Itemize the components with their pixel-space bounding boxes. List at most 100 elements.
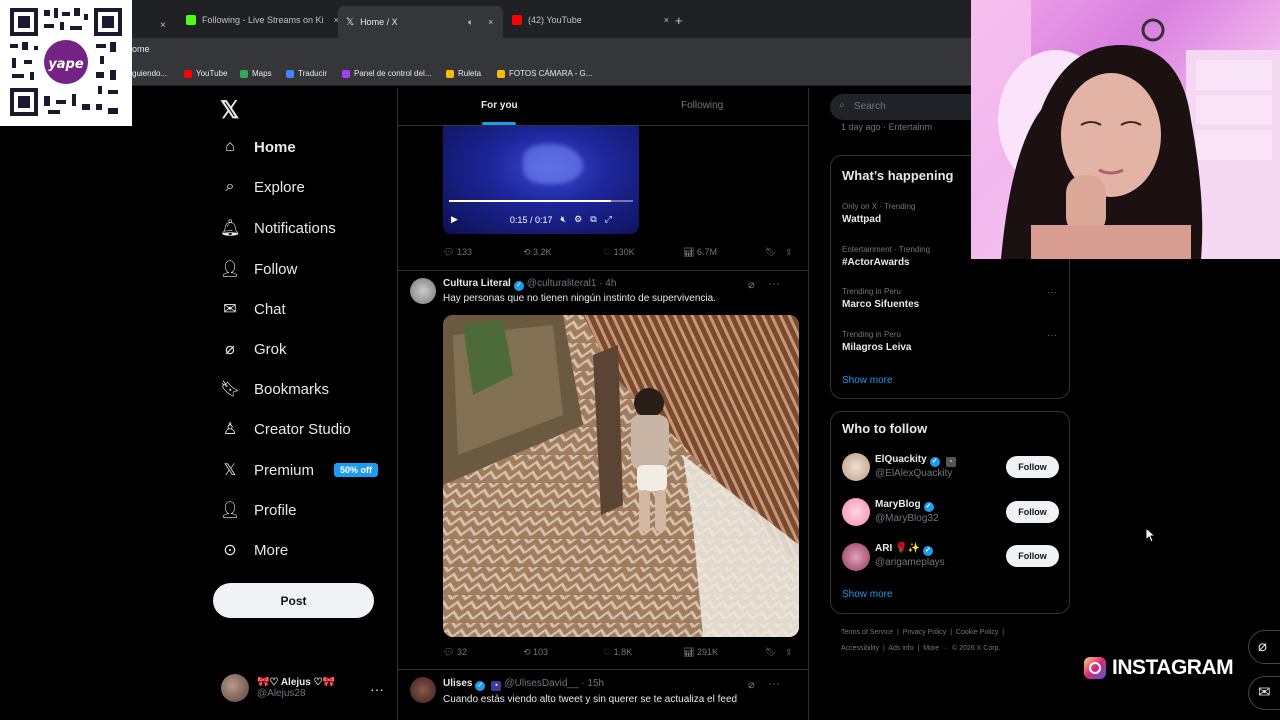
more-dots-icon[interactable]: ··· — [768, 276, 780, 290]
post-button[interactable]: Post — [213, 583, 374, 618]
avatar[interactable] — [842, 543, 870, 571]
sidebar-item-home[interactable]: ⌂ Home — [220, 138, 296, 156]
repost-button[interactable]: ⟲ 103 — [523, 647, 548, 658]
reply-button[interactable]: 💬︎ 133 — [443, 247, 472, 258]
bookmark-item[interactable]: guiendo... — [132, 69, 167, 78]
follow-button[interactable]: Follow — [1006, 545, 1059, 567]
video-player[interactable]: ▶ 0:15 / 0:17 🔇︎ ⚙ ⧉ ⤢ — [443, 124, 639, 234]
footer-link[interactable]: Ads info — [888, 645, 913, 652]
copyright: © 2026 X Corp. — [952, 645, 1001, 652]
bookmark-fotos[interactable]: FOTOS CÁMARA - G... — [497, 69, 592, 78]
browser-tab-kick[interactable]: Following - Live Streams on Ki × — [186, 8, 339, 32]
active-tab-indicator — [482, 122, 516, 125]
account-switcher[interactable]: 🎀♡ Alejus ♡🎀 @Alejus28 — [221, 674, 335, 702]
instagram-label: INSTAGRAM — [1112, 656, 1234, 679]
footer-link[interactable]: More ··· — [923, 645, 948, 652]
sidebar-item-chat[interactable]: ✉ Chat — [220, 299, 286, 319]
grok-icon[interactable]: ⌀ — [748, 678, 755, 691]
footer-link[interactable]: Accessibility — [841, 645, 879, 652]
video-progress-bar[interactable] — [449, 200, 633, 202]
author-handle[interactable]: @culturaliteral1 — [527, 278, 597, 289]
repost-button[interactable]: ⟲ 3.2K — [523, 247, 552, 258]
close-tab-icon[interactable]: × — [488, 17, 493, 27]
timeline[interactable]: For you Following ▶ 0:15 / 0:17 🔇︎ ⚙ ⧉ ⤢… — [397, 88, 809, 720]
show-more-link[interactable]: Show more — [842, 375, 893, 386]
sidebar-item-label: Explore — [254, 178, 305, 196]
avatar[interactable] — [410, 278, 436, 304]
trend-item[interactable]: #ActorAwards — [842, 257, 910, 268]
follow-button[interactable]: Follow — [1006, 501, 1059, 523]
follow-name[interactable]: ARI 🌹✨ ✓ — [875, 543, 936, 556]
x-logo[interactable]: 𝕏 — [220, 96, 239, 125]
more-dots-icon[interactable]: ··· — [768, 676, 780, 690]
views-button[interactable]: 📊︎ 291K — [683, 647, 718, 658]
follow-handle: @ElAlexQuackity — [875, 468, 953, 479]
avatar[interactable] — [842, 498, 870, 526]
sidebar-item-notifications[interactable]: 🔔︎ Notifications — [220, 218, 336, 238]
sidebar-item-grok[interactable]: ⌀ Grok — [220, 339, 286, 359]
pip-icon[interactable]: ⧉ — [590, 214, 596, 225]
follow-button[interactable]: Follow — [1006, 456, 1059, 478]
show-more-link[interactable]: Show more — [842, 589, 893, 600]
tab-following[interactable]: Following — [681, 100, 723, 111]
sidebar-item-creator-studio[interactable]: ♙ Creator Studio — [220, 419, 351, 439]
footer-link[interactable]: Cookie Policy — [956, 629, 998, 636]
share-icon[interactable]: ⇪ — [785, 647, 793, 658]
author-handle[interactable]: @UlisesDavid__ — [504, 678, 578, 689]
like-button[interactable]: ♡ 130K — [603, 247, 635, 258]
author-name[interactable]: Ulises — [443, 678, 472, 689]
bookmark-translate[interactable]: Traducir — [286, 69, 327, 78]
new-tab-button[interactable]: + — [675, 8, 683, 32]
speaker-icon[interactable]: 🔈︎ — [468, 17, 473, 28]
search-icon: ⌕ — [839, 100, 845, 111]
footer-link[interactable]: Terms of Service — [841, 629, 893, 636]
bookmark-youtube[interactable]: YouTube — [184, 69, 227, 78]
follow-name[interactable]: MaryBlog ✓ — [875, 499, 937, 512]
settings-icon[interactable]: ⚙ — [574, 214, 582, 225]
address-bar[interactable]: ome — [132, 38, 972, 62]
sidebar-item-profile[interactable]: 👤︎ Profile — [220, 500, 297, 520]
fullscreen-icon[interactable]: ⤢ — [605, 214, 612, 225]
verified-icon: ✓ — [922, 546, 933, 556]
tab-for-you[interactable]: For you — [481, 100, 518, 111]
x-icon: 𝕏 — [223, 462, 237, 479]
bookmark-panel[interactable]: Panel de control del... — [342, 69, 431, 78]
bookmark-maps[interactable]: Maps — [240, 69, 272, 78]
like-button[interactable]: ♡ 1.8K — [603, 647, 632, 658]
trend-item[interactable]: Wattpad — [842, 214, 881, 225]
author-name[interactable]: Cultura Literal — [443, 278, 511, 289]
trend-item[interactable]: Milagros Leiva — [842, 342, 911, 353]
more-dots-icon[interactable]: ··· — [1047, 330, 1057, 341]
sidebar-item-bookmarks[interactable]: 🔖︎ Bookmarks — [220, 379, 329, 399]
tweet-video[interactable] — [443, 315, 799, 637]
avatar[interactable] — [842, 453, 870, 481]
footer-link[interactable]: Privacy Policy — [903, 629, 947, 636]
ruleta-icon — [446, 69, 454, 78]
views-button[interactable]: 📊︎ 6.7M — [683, 247, 717, 258]
footer-links: Terms of Service | Privacy Policy | Cook… — [841, 629, 1005, 636]
grok-icon[interactable]: ⌀ — [748, 278, 755, 291]
sidebar-item-premium[interactable]: 𝕏 Premium 50% off — [220, 460, 379, 480]
trend-item[interactable]: Marco Sifuentes — [842, 299, 919, 310]
sidebar-item-label: Notifications — [254, 219, 336, 237]
avatar[interactable] — [410, 677, 436, 703]
sidebar-item-follow[interactable]: 👤︎ Follow — [220, 259, 297, 279]
play-icon[interactable]: ▶ — [451, 214, 458, 225]
close-tab-icon[interactable]: × — [664, 15, 669, 25]
more-dots-icon[interactable]: ··· — [1047, 287, 1057, 298]
mute-icon[interactable]: 🔇︎ — [560, 214, 566, 225]
bookmark-ruleta[interactable]: Ruleta — [446, 69, 481, 78]
sidebar-item-more[interactable]: ⊙ More — [220, 540, 288, 560]
browser-tab-x[interactable]: 𝕏 Home / X 🔈︎ × — [338, 6, 503, 38]
grok-float-button[interactable]: ⌀ — [1248, 630, 1280, 664]
more-dots-icon[interactable]: ··· — [370, 681, 384, 697]
follow-name[interactable]: ElQuackity ✓ ▫ — [875, 454, 959, 467]
messages-float-button[interactable]: ✉ — [1248, 676, 1280, 710]
sidebar-item-label: Chat — [254, 300, 286, 318]
browser-tab-youtube[interactable]: (42) YouTube × — [512, 8, 669, 32]
sidebar-item-explore[interactable]: ⌕ Explore — [220, 178, 305, 196]
bookmark-icon[interactable]: 🔖︎ — [765, 247, 776, 258]
share-icon[interactable]: ⇪ — [785, 247, 793, 258]
reply-button[interactable]: 💬︎ 32 — [443, 647, 467, 658]
bookmark-icon[interactable]: 🔖︎ — [765, 647, 776, 658]
